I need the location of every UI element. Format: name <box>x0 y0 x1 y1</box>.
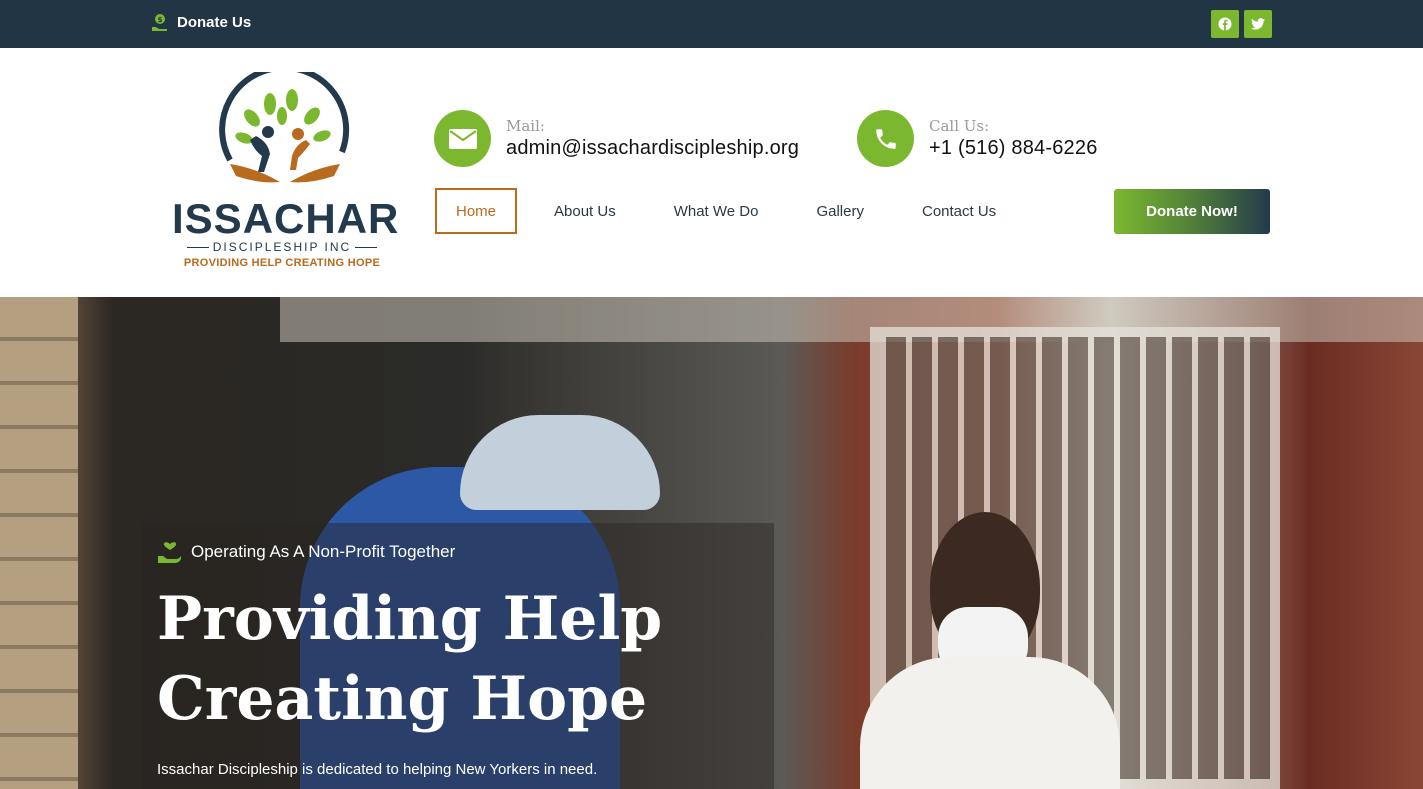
main-nav: Home About Us What We Do Gallery Contact… <box>435 188 1033 234</box>
hero-title-line-2: Creating Hope <box>157 664 648 734</box>
facebook-icon <box>1218 17 1232 31</box>
nav-item-gallery[interactable]: Gallery <box>795 188 885 234</box>
money-hand-icon: $ <box>151 13 169 31</box>
hero-title-line-1: Providing Help <box>157 584 663 654</box>
hero-title: Providing Help Creating Hope <box>157 579 757 739</box>
nav-item-contact-us[interactable]: Contact Us <box>901 188 1017 234</box>
logo-emblem-icon <box>219 72 350 183</box>
site-logo[interactable]: ISSACHAR DISCIPLESHIP INC PROVIDING HELP… <box>172 72 400 272</box>
hero-eyebrow: Operating As A Non-Profit Together <box>157 540 455 564</box>
phone-contact: Call Us: +1 (516) 884-6226 <box>857 110 1098 167</box>
nav-item-about-us[interactable]: About Us <box>533 188 637 234</box>
phone-icon <box>875 128 896 149</box>
donate-now-button[interactable]: Donate Now! <box>1114 189 1270 234</box>
envelope-icon <box>448 128 477 149</box>
hero-eyebrow-text: Operating As A Non-Profit Together <box>191 542 456 561</box>
mail-contact: Mail: admin@issachardiscipleship.org <box>434 110 799 167</box>
nav-item-home[interactable]: Home <box>435 188 518 234</box>
logo-tagline: PROVIDING HELP CREATING HOPE <box>183 257 381 269</box>
call-label: Call Us: <box>929 117 990 135</box>
hero-photo-stone <box>0 297 78 789</box>
svg-text:$: $ <box>158 16 163 24</box>
hero-section: Operating As A Non-Profit Together Provi… <box>0 297 1423 789</box>
logo-wordmark: ISSACHAR <box>172 195 400 242</box>
phone-icon-circle <box>857 110 914 167</box>
nav-item-what-we-do[interactable]: What We Do <box>653 188 780 234</box>
mail-icon-circle <box>434 110 491 167</box>
top-bar: $ Donate Us <box>0 0 1423 48</box>
logo-subtitle: DISCIPLESHIP INC <box>172 240 392 254</box>
twitter-button[interactable] <box>1244 10 1272 38</box>
twitter-icon <box>1251 18 1265 30</box>
phone-number[interactable]: +1 (516) 884-6226 <box>929 137 1098 160</box>
donate-us-label: Donate Us <box>177 13 252 31</box>
site-header: ISSACHAR DISCIPLESHIP INC PROVIDING HELP… <box>0 48 1423 297</box>
donate-us-link[interactable]: $ Donate Us <box>151 13 251 31</box>
hero-photo-cap <box>460 415 660 510</box>
mail-address[interactable]: admin@issachardiscipleship.org <box>506 137 799 160</box>
hero-photo-resident <box>860 657 1120 789</box>
facebook-button[interactable] <box>1211 10 1239 38</box>
mail-label: Mail: <box>506 117 545 135</box>
hero-description: Issachar Discipleship is dedicated to he… <box>157 761 598 778</box>
heart-hand-icon <box>158 542 181 563</box>
